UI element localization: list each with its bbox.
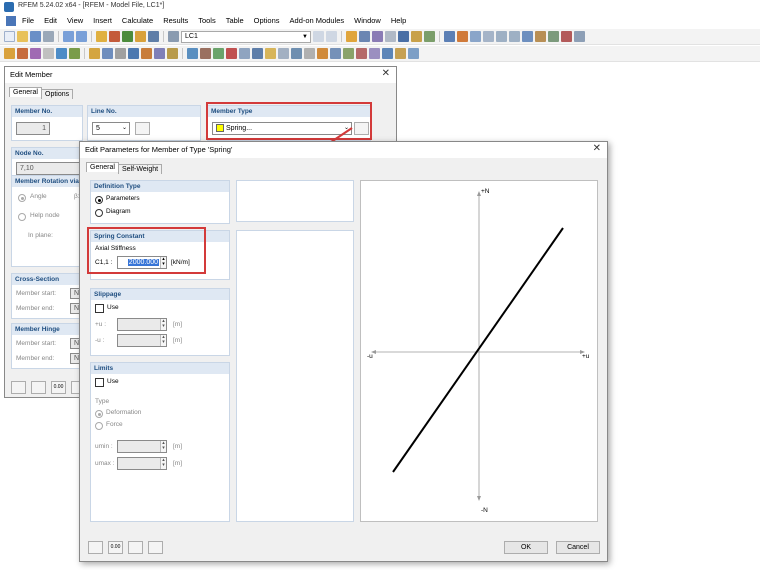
minus-u-label: -u : [95,337,105,344]
spinner-icon[interactable]: ▴ ▾ [160,441,166,452]
spinner-icon[interactable]: ▴ ▾ [160,335,166,346]
spring-diagram [371,191,585,501]
plus-n-label: +N [481,188,490,195]
limits-use-label: Use [107,378,119,385]
umin-input[interactable]: ▴ ▾ [117,440,167,453]
limits-panel: Limits Use Type Deformation Force umin :… [90,362,230,522]
spring-dialog-title-bar: Edit Parameters for Member of Type 'Spri… [80,142,607,158]
umax-label: umax : [95,460,115,467]
close-icon[interactable]: ✕ [593,143,601,154]
tab-general[interactable]: General [86,162,119,172]
spring-characteristic-line [392,227,564,473]
tab-self-weight[interactable]: Self-Weight [118,164,163,174]
slippage-panel: Slippage Use +u : ▴ ▾ [m] -u : ▴ ▾ [m] [90,288,230,356]
limits-use-checkbox[interactable] [95,378,104,387]
slippage-use-checkbox[interactable] [95,304,104,313]
type-label: Type [95,398,110,405]
umax-input[interactable]: ▴ ▾ [117,457,167,470]
spring-dialog-title: Edit Parameters for Member of Type 'Spri… [85,145,233,154]
minus-n-label: -N [481,507,488,514]
plus-u-label: +u : [95,321,107,328]
diagram-label: Diagram [106,208,131,215]
blank-panel-top [236,180,354,222]
blank-panel-middle [236,230,354,522]
zero-button-spring[interactable]: 0.00 [108,541,123,554]
plus-u-axis-label: +u [582,353,590,360]
plus-u-input[interactable]: ▴ ▾ [117,318,167,331]
help-icon[interactable] [88,541,103,554]
force-label: Force [106,421,123,428]
umin-unit: [m] [173,443,183,450]
deformation-label: Deformation [106,409,142,416]
plus-u-unit: [m] [173,321,183,328]
umin-label: umin : [95,443,113,450]
save-icon[interactable] [148,541,163,554]
ok-button[interactable]: OK [504,541,548,554]
minus-u-axis-label: -u [367,353,373,360]
parameters-label: Parameters [106,195,140,202]
parameters-radio[interactable] [95,196,103,204]
highlight-box-spring-constant [87,227,206,274]
open-icon[interactable] [128,541,143,554]
axis-arrow-down [477,496,481,501]
slippage-use-label: Use [107,304,119,311]
cancel-button[interactable]: Cancel [556,541,600,554]
spinner-icon[interactable]: ▴ ▾ [160,458,166,469]
minus-u-input[interactable]: ▴ ▾ [117,334,167,347]
definition-type-panel: Definition Type Parameters Diagram [90,180,230,224]
spring-diagram-panel: +N -N -u +u [360,180,598,522]
deformation-radio[interactable] [95,410,103,418]
minus-u-unit: [m] [173,337,183,344]
limits-label: Limits [91,363,229,374]
slippage-label: Slippage [91,289,229,300]
diagram-radio[interactable] [95,209,103,217]
umax-unit: [m] [173,460,183,467]
force-radio[interactable] [95,422,103,430]
spring-parameters-dialog: Edit Parameters for Member of Type 'Spri… [79,141,608,562]
spinner-icon[interactable]: ▴ ▾ [160,319,166,330]
definition-type-label: Definition Type [91,181,229,192]
